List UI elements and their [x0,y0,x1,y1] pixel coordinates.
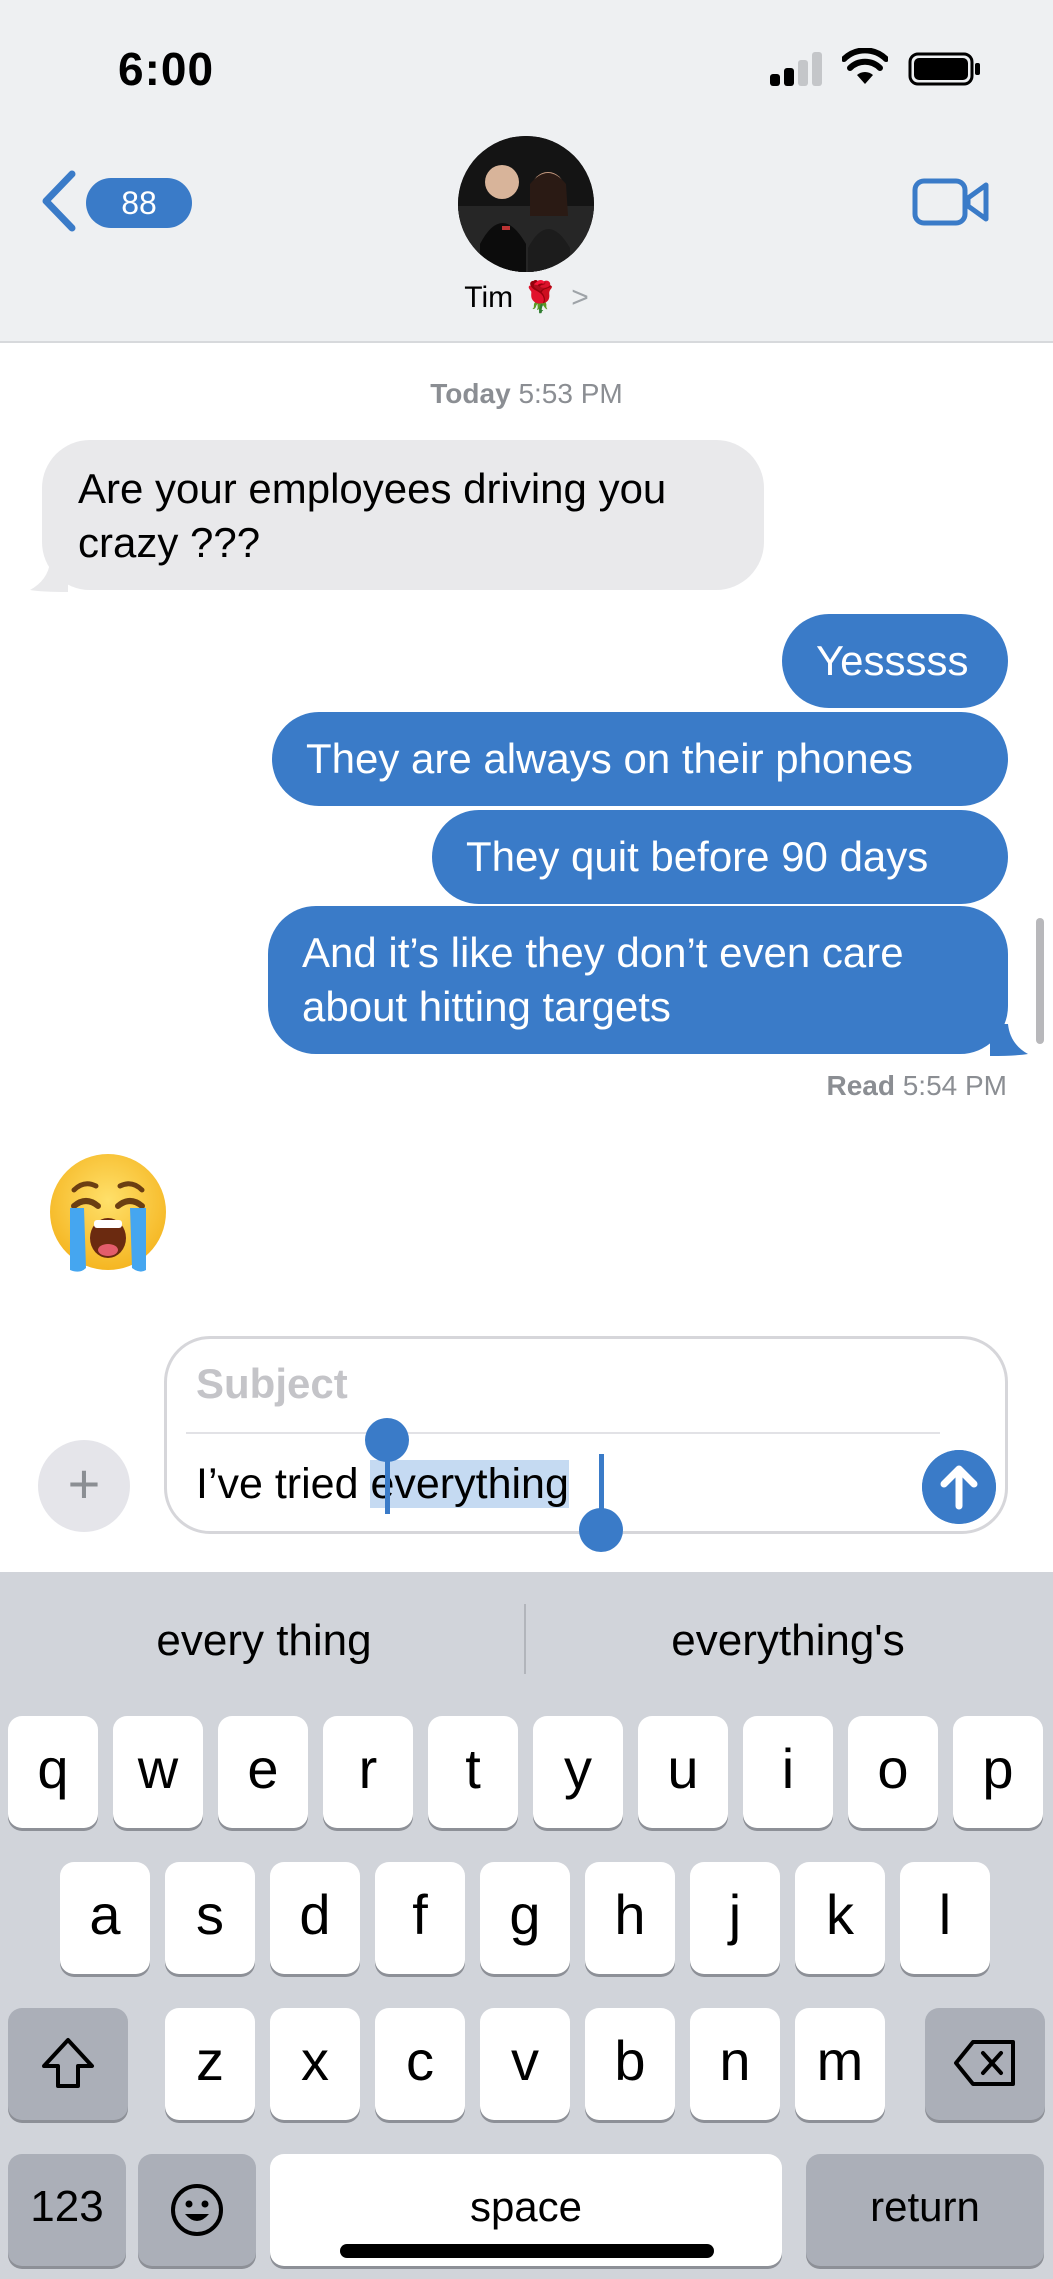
incoming-message[interactable]: Are your employees driving you crazy ??? [42,440,764,590]
key-k[interactable]: k [795,1862,885,1974]
message-text: I’ve tried [196,1460,371,1508]
read-receipt: Read 5:54 PM [826,1070,1007,1102]
key-o[interactable]: o [848,1716,938,1828]
key-b[interactable]: b [585,2008,675,2120]
wifi-icon [842,48,888,84]
cellular-signal-icon [770,52,824,86]
contact-name: Tim [464,281,514,314]
timestamp-day: Today [430,378,511,409]
keyboard: every thing everything's q w e r t y u i… [0,1572,1053,2279]
shift-key[interactable] [8,2008,128,2120]
key-g[interactable]: g [480,1862,570,1974]
return-key[interactable]: return [806,2154,1044,2266]
send-arrow-icon[interactable] [922,1450,996,1524]
emoji-key[interactable] [138,2154,256,2266]
backspace-icon [954,2040,1015,2086]
navigation-header: 6:00 88 Tim 🌹 > [0,0,1053,343]
contact-name-button[interactable]: Tim 🌹 > [0,280,1053,315]
key-e[interactable]: e [218,1716,308,1828]
delete-key[interactable] [925,2008,1045,2120]
selected-text: everything [370,1460,569,1508]
subject-input[interactable] [196,1356,896,1412]
key-l[interactable]: l [900,1862,990,1974]
outgoing-message[interactable]: They are always on their phones [272,712,1008,806]
suggestion-1[interactable]: every thing [54,1616,474,1666]
thread-timestamp: Today 5:53 PM [0,378,1053,410]
key-q[interactable]: q [8,1716,98,1828]
chevron-left-icon [42,170,76,232]
read-time: 5:54 PM [902,1070,1007,1101]
key-c[interactable]: c [375,2008,465,2120]
key-w[interactable]: w [113,1716,203,1828]
suggestion-2[interactable]: everything's [578,1616,998,1666]
key-s[interactable]: s [165,1862,255,1974]
key-p[interactable]: p [953,1716,1043,1828]
selection-end-handle[interactable] [579,1508,623,1552]
selection-end-caret [599,1454,604,1514]
shift-icon [42,2038,94,2088]
message-input[interactable]: I’ve tried everything [196,1456,569,1512]
crying-face-emoji[interactable] [46,1150,170,1274]
rose-emoji: 🌹 [521,281,559,314]
video-call-icon[interactable] [912,176,990,228]
key-f[interactable]: f [375,1862,465,1974]
apps-plus-button[interactable]: + [38,1440,130,1532]
key-u[interactable]: u [638,1716,728,1828]
outgoing-bubble-tail [990,1024,1028,1056]
contact-avatar[interactable] [458,136,594,272]
key-x[interactable]: x [270,2008,360,2120]
smiley-icon [171,2184,223,2236]
chevron-right-icon: > [571,281,589,314]
read-label: Read [826,1070,895,1101]
key-h[interactable]: h [585,1862,675,1974]
outgoing-message[interactable]: Yesssss [782,614,1008,708]
scroll-indicator[interactable] [1036,918,1044,1044]
predictive-bar: every thing everything's [0,1572,1053,1712]
key-i[interactable]: i [743,1716,833,1828]
key-t[interactable]: t [428,1716,518,1828]
key-y[interactable]: y [533,1716,623,1828]
avatar-photo [458,136,594,272]
key-r[interactable]: r [323,1716,413,1828]
suggestion-divider [524,1604,526,1674]
back-button[interactable]: 88 [40,166,192,238]
selection-start-caret [385,1454,390,1514]
battery-icon [908,52,980,86]
numbers-key[interactable]: 123 [8,2154,126,2266]
key-d[interactable]: d [270,1862,360,1974]
home-indicator[interactable] [340,2244,714,2258]
status-time: 6:00 [118,43,215,95]
key-n[interactable]: n [690,2008,780,2120]
outgoing-message[interactable]: And it’s like they don’t even care about… [268,906,1008,1054]
composer-divider [186,1432,940,1434]
outgoing-message[interactable]: They quit before 90 days [432,810,1008,904]
key-a[interactable]: a [60,1862,150,1974]
selection-start-handle[interactable] [365,1418,409,1462]
key-m[interactable]: m [795,2008,885,2120]
key-z[interactable]: z [165,2008,255,2120]
key-j[interactable]: j [690,1862,780,1974]
timestamp-time: 5:53 PM [518,378,623,409]
key-v[interactable]: v [480,2008,570,2120]
unread-count-badge: 88 [86,178,192,228]
